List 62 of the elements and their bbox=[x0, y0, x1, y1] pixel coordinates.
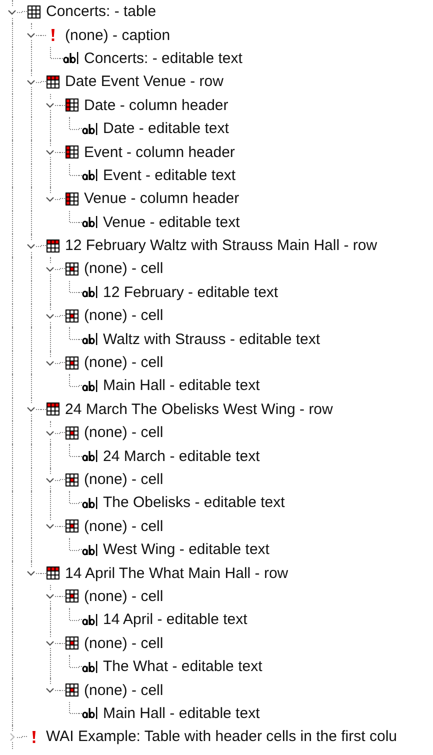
tree-item-label[interactable]: 12 February - editable text bbox=[103, 284, 278, 301]
tree-item-label[interactable]: West Wing - editable text bbox=[103, 541, 270, 558]
tree-item-label[interactable]: 12 February Waltz with Strauss Main Hall - row bbox=[65, 237, 378, 254]
table-row-icon bbox=[46, 566, 60, 580]
table-cell-icon bbox=[65, 589, 79, 604]
tree-item-label[interactable]: (none) - cell bbox=[84, 307, 164, 324]
tree-item-label[interactable]: Waltz with Strauss - editable text bbox=[103, 330, 320, 348]
text-field-icon bbox=[82, 542, 98, 557]
tree-item-label[interactable]: 24 March The Obelisks West Wing - row bbox=[65, 400, 333, 418]
table-row-icon bbox=[46, 74, 60, 89]
table-cell-icon bbox=[65, 636, 79, 650]
tree-item-label[interactable]: (none) - cell bbox=[84, 471, 164, 488]
column-header-icon bbox=[65, 192, 79, 206]
text-field-icon bbox=[82, 215, 98, 230]
tree-item-label[interactable]: The What - editable text bbox=[103, 658, 262, 676]
tree-item-label[interactable]: The Obelisks - editable text bbox=[103, 494, 285, 512]
tree-item-label[interactable]: Venue - editable text bbox=[103, 214, 240, 231]
table-row-icon bbox=[46, 238, 60, 253]
tree-item-label[interactable]: (none) - cell bbox=[84, 588, 164, 605]
tree-item-label[interactable]: Main Hall - editable text bbox=[103, 377, 260, 394]
table-icon bbox=[27, 4, 41, 19]
tree-item-label[interactable]: Concerts: - editable text bbox=[84, 50, 242, 67]
tree-item-label[interactable]: WAI Example: Table with header cells in the first colu bbox=[46, 728, 397, 746]
tree-item-label[interactable]: Main Hall - editable text bbox=[103, 704, 260, 722]
text-field-icon bbox=[82, 168, 98, 182]
table-row-icon bbox=[46, 402, 60, 416]
table-cell-icon bbox=[65, 308, 79, 323]
text-field-icon bbox=[82, 612, 98, 627]
text-field-icon bbox=[82, 122, 98, 136]
tree-item-label[interactable]: (none) - cell bbox=[84, 518, 164, 535]
tree-item-label[interactable]: Event - column header bbox=[84, 144, 235, 161]
tree-item-label[interactable]: Date - editable text bbox=[103, 120, 229, 138]
tree-item-label[interactable]: Concerts: - table bbox=[46, 3, 156, 20]
tree-item-label[interactable]: (none) - cell bbox=[84, 260, 164, 278]
column-header-icon bbox=[65, 145, 79, 160]
text-field-icon bbox=[82, 449, 98, 464]
tree-item-label[interactable]: Date Event Venue - row bbox=[65, 73, 224, 90]
table-cell-icon bbox=[65, 683, 79, 698]
tree-item-label[interactable]: (none) - cell bbox=[84, 634, 164, 652]
text-field-icon bbox=[82, 496, 98, 510]
tree-item-label[interactable]: 24 March - editable text bbox=[103, 448, 260, 465]
tree-item-label[interactable]: (none) - cell bbox=[84, 354, 164, 372]
text-field-icon bbox=[82, 706, 98, 720]
text-field-icon bbox=[82, 660, 98, 674]
table-cell-icon bbox=[65, 519, 79, 534]
tree-item-label[interactable]: (none) - caption bbox=[65, 26, 170, 44]
text-field-icon bbox=[63, 51, 79, 66]
text-field-icon bbox=[82, 378, 98, 393]
tree-item-label[interactable]: Venue - column header bbox=[84, 190, 240, 208]
tree-item-label[interactable]: 14 April - editable text bbox=[103, 611, 248, 628]
table-cell-icon bbox=[65, 426, 79, 440]
column-header-icon bbox=[65, 98, 79, 112]
text-field-icon bbox=[82, 332, 98, 346]
tree-item-label[interactable]: Date - column header bbox=[84, 96, 228, 114]
tree-item-label[interactable]: (none) - cell bbox=[84, 682, 164, 699]
table-cell-icon bbox=[65, 262, 79, 276]
table-cell-icon bbox=[65, 472, 79, 486]
table-cell-icon bbox=[65, 356, 79, 370]
tree-item-label[interactable]: (none) - cell bbox=[84, 424, 164, 442]
text-field-icon bbox=[82, 285, 98, 300]
tree-item-label[interactable]: 14 April The What Main Hall - row bbox=[65, 564, 288, 582]
tree-item-label[interactable]: Event - editable text bbox=[103, 166, 236, 184]
